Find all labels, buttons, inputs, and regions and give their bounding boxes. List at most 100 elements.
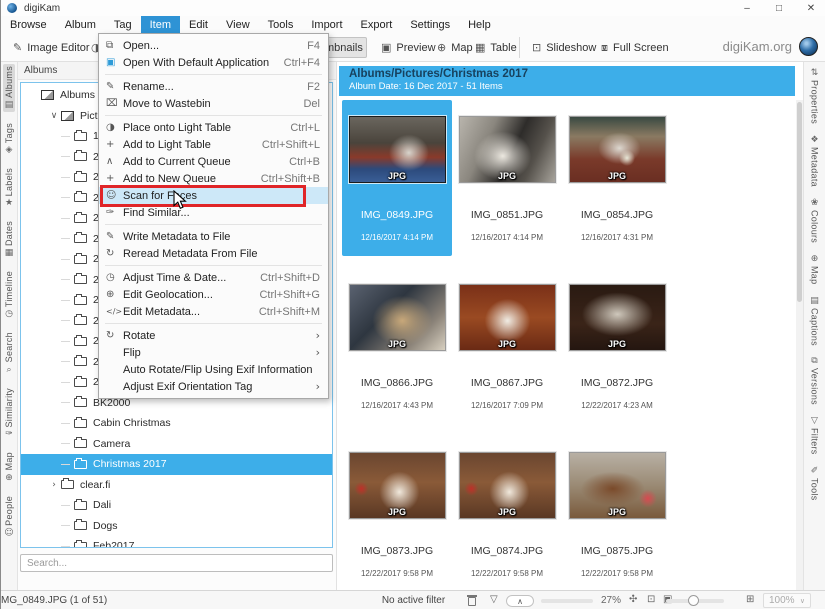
menu-item-add-to-current-queue[interactable]: ∧ Add to Current Queue Ctrl+B — [99, 153, 328, 170]
menu-browse[interactable]: Browse — [1, 16, 56, 33]
menu-item-write-metadata[interactable]: ✎ Write Metadata to File — [99, 228, 328, 245]
scrollbar-thumb[interactable] — [797, 102, 802, 302]
search-input[interactable] — [20, 554, 333, 572]
chevron-down-icon[interactable]: ∨ — [49, 111, 59, 121]
menu-item-open[interactable]: ⧉ Open... F4 — [99, 37, 328, 54]
photo-item[interactable]: JPG IMG_0874.JPG 12/22/2017 9:58 PM — [452, 436, 562, 590]
menu-item-move-to-wastebin[interactable]: ⌧ Move to Wastebin Del — [99, 95, 328, 112]
menu-item-auto-rotate-flip[interactable]: Auto Rotate/Flip Using Exif Information — [99, 361, 328, 378]
menu-item-rename[interactable]: ✎ Rename... F2 — [99, 78, 328, 95]
menu-item-adjust-time-date[interactable]: ◷ Adjust Time & Date... Ctrl+Shift+D — [99, 269, 328, 286]
window-title: digiKam — [24, 2, 61, 14]
photo-thumbnail[interactable]: JPG — [458, 116, 556, 183]
menu-item-shortcut: F4 — [307, 39, 320, 52]
menu-item-rotate[interactable]: ↻ Rotate › — [99, 327, 328, 344]
menu-item[interactable]: Item — [140, 16, 181, 33]
select-frame-icon[interactable]: ⊡ — [647, 594, 655, 605]
sidebar-tab-tags[interactable]: Tags ◈ — [3, 121, 15, 157]
photo-item[interactable]: JPG IMG_0854.JPG 12/16/2017 4:31 PM — [562, 100, 672, 256]
sidebar-tab-versions[interactable]: ⧉ Versions — [810, 356, 820, 405]
menu-item-edit-geolocation[interactable]: ⊕ Edit Geolocation... Ctrl+Shift+G — [99, 286, 328, 303]
photo-thumbnail[interactable]: JPG — [568, 284, 666, 351]
preview-label: Preview — [396, 41, 436, 54]
photo-item[interactable]: JPG IMG_0866.JPG 12/16/2017 4:43 PM — [342, 268, 452, 424]
sidebar-tab-properties[interactable]: ⇅ Properties — [810, 68, 820, 124]
photo-thumbnail[interactable]: JPG — [568, 116, 666, 183]
chevron-right-icon[interactable]: › — [49, 480, 59, 490]
menu-album[interactable]: Album — [56, 16, 105, 33]
menu-settings[interactable]: Settings — [401, 16, 459, 33]
tree-item-folder[interactable]: Dali — [21, 495, 332, 516]
fit-window-icon[interactable]: ✣ — [629, 594, 637, 605]
filter-funnel-icon[interactable]: ▽ — [490, 594, 498, 605]
menu-item-adjust-exif-orientation[interactable]: Adjust Exif Orientation Tag › — [99, 378, 328, 395]
menu-item-edit-metadata[interactable]: </> Edit Metadata... Ctrl+Shift+M — [99, 303, 328, 320]
sidebar-tab-labels[interactable]: Labels ★ — [3, 166, 15, 210]
sidebar-tab-search[interactable]: Search ⌕ — [3, 330, 15, 376]
menu-export[interactable]: Export — [352, 16, 402, 33]
menu-help[interactable]: Help — [459, 16, 500, 33]
menu-item-open-with-default[interactable]: ▣ Open With Default Application Ctrl+F4 — [99, 54, 328, 71]
photo-item[interactable]: JPG IMG_0867.JPG 12/16/2017 7:09 PM — [452, 268, 562, 424]
preview-button[interactable]: ▣ Preview — [377, 37, 440, 58]
sidebar-tab-dates[interactable]: Dates ▦ — [3, 219, 15, 260]
thumbnail-size-slider[interactable] — [541, 599, 593, 603]
menu-item-find-similar[interactable]: ✑ Find Similar... — [99, 204, 328, 221]
photo-thumbnail[interactable]: JPG — [458, 452, 556, 519]
trash-icon[interactable] — [467, 595, 477, 606]
fit-to-window-icon[interactable]: ⊞ — [746, 594, 754, 605]
menu-tag[interactable]: Tag — [105, 16, 141, 33]
clock-icon: ◷ — [106, 272, 115, 283]
sidebar-tab-tools[interactable]: ✐ Tools — [810, 466, 820, 501]
menu-item-add-to-light-table[interactable]: + Add to Light Table Ctrl+Shift+L — [99, 136, 328, 153]
sidebar-tab-captions[interactable]: ▤ Captions — [810, 296, 820, 346]
photo-thumbnail[interactable]: JPG — [348, 452, 446, 519]
menu-tools[interactable]: Tools — [259, 16, 303, 33]
tree-item-folder[interactable]: › clear.fi — [21, 475, 332, 496]
thumbnail-size-button[interactable]: ∧ — [506, 595, 534, 607]
photo-filename: IMG_0867.JPG — [470, 377, 544, 389]
photo-item[interactable]: JPG IMG_0875.JPG 12/22/2017 9:58 PM — [562, 436, 672, 590]
photo-item[interactable]: JPG IMG_0873.JPG 12/22/2017 9:58 PM — [342, 436, 452, 590]
tree-item-folder[interactable]: Cabin Christmas — [21, 413, 332, 434]
menu-item-flip[interactable]: Flip › — [99, 344, 328, 361]
sidebar-tab-filters[interactable]: ▽ Filters — [810, 416, 820, 455]
minimize-button[interactable]: – — [732, 0, 762, 16]
close-button[interactable]: ✕ — [796, 0, 825, 16]
sidebar-tab-timeline[interactable]: Timeline ◷ — [3, 269, 15, 321]
photo-thumbnail[interactable]: JPG — [458, 284, 556, 351]
tree-item-folder[interactable]: Feb2017 — [21, 536, 332, 547]
sidebar-tab-map[interactable]: Map ⊕ — [3, 450, 15, 484]
image-editor-button[interactable]: ✎ Image Editor — [9, 37, 94, 58]
photo-thumbnail[interactable]: JPG — [348, 116, 446, 183]
menu-item-place-onto-light-table[interactable]: ◑ Place onto Light Table Ctrl+L — [99, 119, 328, 136]
full-screen-button[interactable]: ⧈ Full Screen — [597, 37, 673, 58]
tree-item-folder[interactable]: Dogs — [21, 516, 332, 537]
submenu-arrow-icon: › — [315, 329, 320, 342]
menu-item-scan-for-faces[interactable]: ☺ Scan for Faces — [99, 184, 328, 207]
sidebar-tab-similarity[interactable]: Similarity ✑ — [3, 386, 15, 442]
photo-thumbnail[interactable]: JPG — [568, 452, 666, 519]
vertical-scrollbar[interactable] — [796, 100, 803, 590]
menu-item-reread-metadata[interactable]: ↻ Reread Metadata From File — [99, 245, 328, 262]
photo-item[interactable]: JPG IMG_0851.JPG 12/16/2017 4:14 PM — [452, 100, 562, 256]
write-metadata-icon: ✎ — [106, 231, 115, 242]
sidebar-tab-map[interactable]: ⊕ Map — [810, 254, 820, 284]
sidebar-tab-metadata[interactable]: ❖ Metadata — [810, 135, 820, 187]
sidebar-tab-people[interactable]: People ☺ — [3, 494, 15, 540]
photo-thumbnail[interactable]: JPG — [348, 284, 446, 351]
tree-item-christmas-2017[interactable]: Christmas 2017 — [21, 454, 332, 475]
maximize-button[interactable]: □ — [764, 0, 794, 16]
zoom-level-select[interactable]: 100% ∨ — [763, 593, 811, 608]
sidebar-tab-albums[interactable]: Albums ▤ — [3, 64, 15, 112]
photo-item[interactable]: JPG IMG_0872.JPG 12/22/2017 4:23 AM — [562, 268, 672, 424]
photo-item[interactable]: JPG IMG_0849.JPG 12/16/2017 4:14 PM — [342, 100, 452, 256]
tree-item-folder[interactable]: Camera — [21, 434, 332, 455]
sidebar-tab-colours[interactable]: ❀ Colours — [810, 198, 820, 243]
zoom-slider-handle[interactable] — [688, 595, 699, 606]
table-button[interactable]: ▦ Table — [471, 37, 521, 58]
menu-view[interactable]: View — [217, 16, 259, 33]
menu-edit[interactable]: Edit — [180, 16, 217, 33]
menu-import[interactable]: Import — [302, 16, 351, 33]
format-badge: JPG — [497, 339, 516, 349]
